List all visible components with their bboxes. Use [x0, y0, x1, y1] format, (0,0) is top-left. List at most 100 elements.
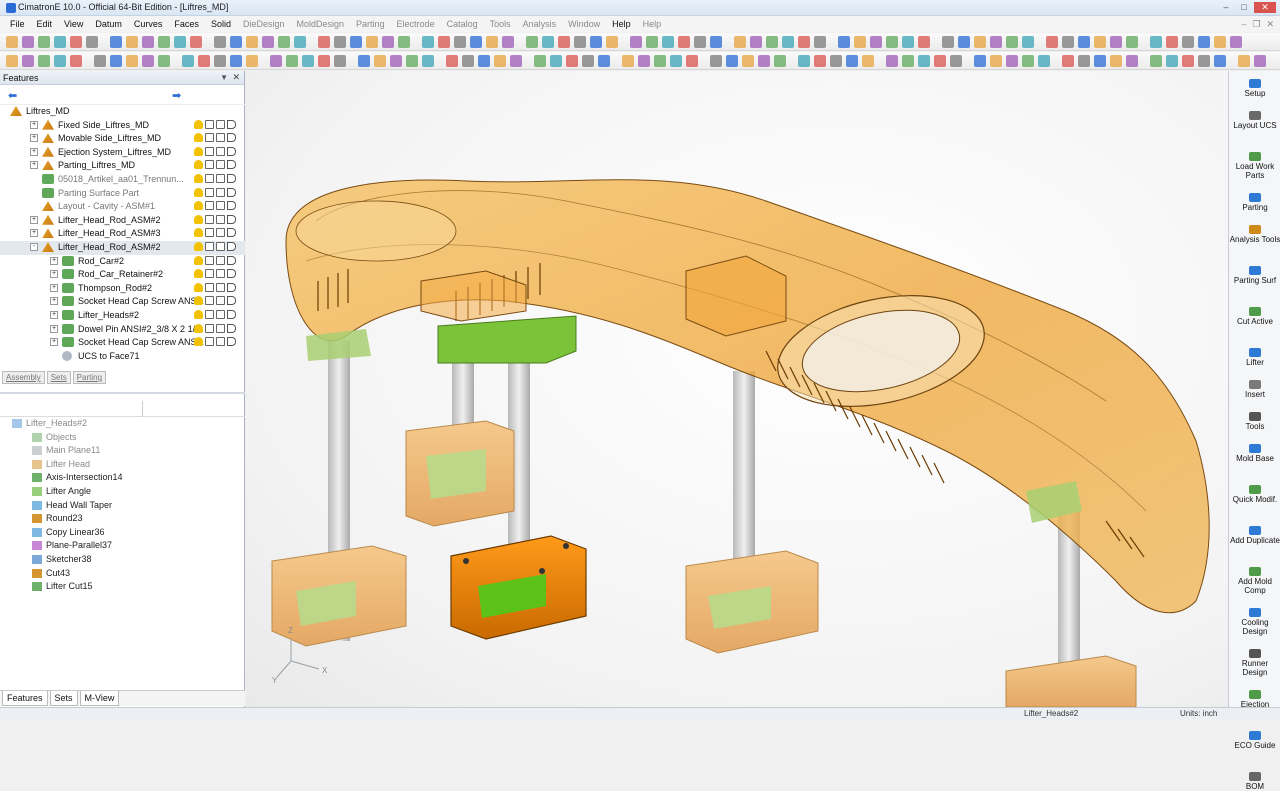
- tb1-tool-icon[interactable]: [782, 36, 794, 48]
- tb2-tool-icon[interactable]: [126, 55, 138, 67]
- tb2-tool-icon[interactable]: [654, 55, 666, 67]
- tb1-tool-icon[interactable]: [86, 36, 98, 48]
- visibility-bulb-icon[interactable]: [194, 133, 203, 143]
- tb2-tool-icon[interactable]: [38, 55, 50, 67]
- tb2-tool-icon[interactable]: [918, 55, 930, 67]
- tb1-tool-icon[interactable]: [318, 36, 330, 48]
- visibility-bulb-icon[interactable]: [194, 173, 203, 183]
- tb2-tool-icon[interactable]: [246, 55, 258, 67]
- tb1-tool-icon[interactable]: [1046, 36, 1058, 48]
- tb2-tool-icon[interactable]: [510, 55, 522, 67]
- tb1-tool-icon[interactable]: [630, 36, 642, 48]
- status-flag-icon[interactable]: [227, 119, 236, 129]
- tb1-tool-icon[interactable]: [1166, 36, 1178, 48]
- tb1-tool-icon[interactable]: [1182, 36, 1194, 48]
- tb1-tool-icon[interactable]: [646, 36, 658, 48]
- status-box-icon[interactable]: [205, 228, 214, 238]
- tb2-tool-icon[interactable]: [390, 55, 402, 67]
- status-flag-icon[interactable]: [227, 187, 236, 197]
- tb1-tool-icon[interactable]: [6, 36, 18, 48]
- tb2-tool-icon[interactable]: [974, 55, 986, 67]
- mdi-close-icon[interactable]: ✕: [1266, 19, 1274, 30]
- tb1-tool-icon[interactable]: [382, 36, 394, 48]
- tb2-tool-icon[interactable]: [1198, 55, 1210, 67]
- tb2-tool-icon[interactable]: [1254, 55, 1266, 67]
- visibility-bulb-icon[interactable]: [194, 337, 203, 347]
- tb1-tool-icon[interactable]: [886, 36, 898, 48]
- status-box-icon[interactable]: [205, 214, 214, 224]
- tree-item[interactable]: + Lifter_Head_Rod_ASM#3: [0, 227, 245, 241]
- status-flag-icon[interactable]: [227, 133, 236, 143]
- menu-parting[interactable]: Parting: [350, 19, 391, 29]
- status-box-icon[interactable]: [205, 269, 214, 279]
- visibility-bulb-icon[interactable]: [194, 160, 203, 170]
- tb1-tool-icon[interactable]: [470, 36, 482, 48]
- tb2-tool-icon[interactable]: [862, 55, 874, 67]
- tb1-tool-icon[interactable]: [294, 36, 306, 48]
- menu-view[interactable]: View: [58, 19, 89, 29]
- tb1-tool-icon[interactable]: [942, 36, 954, 48]
- tb2-tool-icon[interactable]: [334, 55, 346, 67]
- tb1-tool-icon[interactable]: [54, 36, 66, 48]
- visibility-bulb-icon[interactable]: [194, 201, 203, 211]
- tb1-tool-icon[interactable]: [854, 36, 866, 48]
- tb2-tool-icon[interactable]: [182, 55, 194, 67]
- tb2-tool-icon[interactable]: [1006, 55, 1018, 67]
- tree-item[interactable]: + Ejection System_Liftres_MD: [0, 146, 245, 160]
- status-box-icon[interactable]: [216, 309, 225, 319]
- tb1-tool-icon[interactable]: [838, 36, 850, 48]
- tb1-tool-icon[interactable]: [1022, 36, 1034, 48]
- tb1-tool-icon[interactable]: [574, 36, 586, 48]
- tb1-tool-icon[interactable]: [398, 36, 410, 48]
- status-box-icon[interactable]: [205, 133, 214, 143]
- visibility-bulb-icon[interactable]: [194, 228, 203, 238]
- tb1-tool-icon[interactable]: [70, 36, 82, 48]
- menu-catalog[interactable]: Catalog: [441, 19, 484, 29]
- guide-mold-base-button[interactable]: Mold Base: [1229, 444, 1280, 463]
- status-flag-icon[interactable]: [227, 323, 236, 333]
- tb1-tool-icon[interactable]: [230, 36, 242, 48]
- tree-item[interactable]: + Socket Head Cap Screw ANS...: [0, 336, 245, 350]
- guide-add-mold-comp-button[interactable]: Add Mold Comp: [1229, 567, 1280, 595]
- tb2-tool-icon[interactable]: [374, 55, 386, 67]
- tb2-tool-icon[interactable]: [726, 55, 738, 67]
- tb2-tool-icon[interactable]: [318, 55, 330, 67]
- status-box-icon[interactable]: [216, 241, 225, 251]
- feature-item[interactable]: Sketcher38: [0, 553, 245, 567]
- tb1-tool-icon[interactable]: [734, 36, 746, 48]
- tb1-tool-icon[interactable]: [710, 36, 722, 48]
- tb1-tool-icon[interactable]: [558, 36, 570, 48]
- expand-toggle-icon[interactable]: +: [50, 297, 58, 306]
- tb2-tool-icon[interactable]: [446, 55, 458, 67]
- feature-item[interactable]: Lifter Angle: [0, 485, 245, 499]
- tb2-tool-icon[interactable]: [902, 55, 914, 67]
- tb1-tool-icon[interactable]: [974, 36, 986, 48]
- status-box-icon[interactable]: [216, 323, 225, 333]
- tb1-tool-icon[interactable]: [486, 36, 498, 48]
- guide-quick-modif--button[interactable]: Quick Modif.: [1229, 485, 1280, 504]
- status-box-icon[interactable]: [216, 296, 225, 306]
- tb2-tool-icon[interactable]: [70, 55, 82, 67]
- tree-item[interactable]: + Socket Head Cap Screw ANS...: [0, 295, 245, 309]
- visibility-bulb-icon[interactable]: [194, 296, 203, 306]
- status-box-icon[interactable]: [216, 133, 225, 143]
- tb2-tool-icon[interactable]: [670, 55, 682, 67]
- tb2-tool-icon[interactable]: [158, 55, 170, 67]
- tb2-tool-icon[interactable]: [638, 55, 650, 67]
- tb1-tool-icon[interactable]: [1110, 36, 1122, 48]
- tab-parting[interactable]: Parting: [72, 371, 107, 384]
- pin-icon[interactable]: ▼: [220, 73, 228, 82]
- tree-item[interactable]: + Lifter_Head_Rod_ASM#2: [0, 214, 245, 228]
- guide-setup-button[interactable]: Setup: [1229, 79, 1280, 98]
- mdi-minimize-icon[interactable]: –: [1241, 19, 1246, 30]
- tb1-tool-icon[interactable]: [278, 36, 290, 48]
- tb1-tool-icon[interactable]: [110, 36, 122, 48]
- status-box-icon[interactable]: [216, 160, 225, 170]
- tab-assembly[interactable]: Assembly: [2, 371, 45, 384]
- tb1-tool-icon[interactable]: [38, 36, 50, 48]
- bottom-tab-features[interactable]: Features: [2, 691, 48, 706]
- tb1-tool-icon[interactable]: [502, 36, 514, 48]
- menu-tools[interactable]: Tools: [484, 19, 517, 29]
- tree-item[interactable]: + Parting_Liftres_MD: [0, 159, 245, 173]
- tb1-tool-icon[interactable]: [990, 36, 1002, 48]
